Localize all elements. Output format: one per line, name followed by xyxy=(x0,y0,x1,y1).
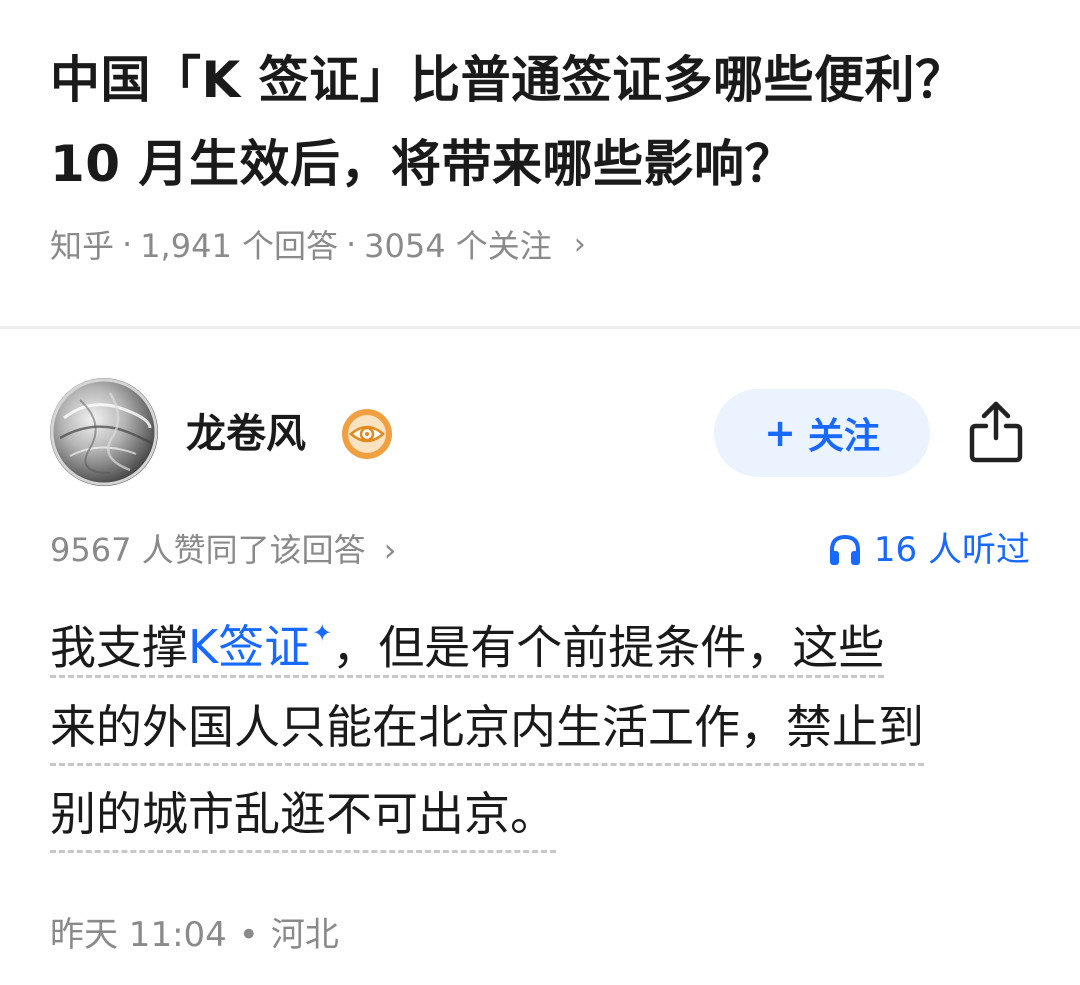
follow-button[interactable]: + 关注 xyxy=(714,389,930,477)
answer-line: 我支撑K签证✦，但是有个前提条件，这些 xyxy=(50,603,885,678)
listen-count-text: 16 人听过 xyxy=(873,530,1030,570)
answer-line: 别的城市乱逛不可出京。 xyxy=(50,778,556,854)
author-name[interactable]: 龙卷风 xyxy=(186,408,306,460)
answer-content[interactable]: 我支撑K签证✦，但是有个前提条件，这些 来的外国人只能在北京内生活工作，禁止到 … xyxy=(50,603,1030,861)
follow-label: 关注 xyxy=(807,416,880,457)
meta-separator: · xyxy=(122,225,133,263)
vote-count[interactable]: 9567 人赞同了该回答 › xyxy=(50,528,396,572)
answer-text: 我支撑 xyxy=(50,620,188,675)
followers-count: 3054 个关注 xyxy=(364,227,552,265)
section-divider xyxy=(0,326,1080,329)
vote-count-text: 9567 人赞同了该回答 xyxy=(50,531,366,569)
question-meta[interactable]: 知乎 · 1,941 个回答 · 3054 个关注 › xyxy=(50,224,1010,265)
meta-separator: · xyxy=(345,225,357,263)
keyword-link[interactable]: K签证✦ xyxy=(188,619,333,675)
avatar[interactable] xyxy=(50,378,158,486)
eye-badge-icon xyxy=(342,409,392,459)
meta-separator: • xyxy=(238,915,259,955)
plus-icon: + xyxy=(764,411,796,455)
question-title[interactable]: 中国「K 签证」比普通签证多哪些便利？ 10 月生效后，将带来哪些影响？ xyxy=(50,38,1010,206)
share-icon[interactable] xyxy=(966,398,1026,464)
answer-line: 来的外国人只能在北京内生活工作，禁止到 xyxy=(50,691,924,767)
chevron-right-icon: › xyxy=(573,226,586,262)
keyword-text: K签证 xyxy=(188,620,311,675)
answers-count: 1,941 个回答 xyxy=(140,227,338,265)
answer-page: 中国「K 签证」比普通签证多哪些便利？ 10 月生效后，将带来哪些影响？ 知乎 … xyxy=(0,0,1080,985)
post-location: 河北 xyxy=(270,915,339,955)
headphones-icon xyxy=(829,534,860,565)
sparkle-icon: ✦ xyxy=(312,619,333,647)
listen-count[interactable]: 16 人听过 xyxy=(828,528,1030,572)
answer-text: ，但是有个前提条件，这些 xyxy=(332,620,885,675)
question-source: 知乎 xyxy=(50,227,115,265)
avatar-image xyxy=(50,378,158,486)
answer-footer: 昨天 11:04 • 河北 xyxy=(50,912,339,958)
post-time: 昨天 11:04 xyxy=(50,915,227,955)
question-header: 中国「K 签证」比普通签证多哪些便利？ 10 月生效后，将带来哪些影响？ 知乎 … xyxy=(50,38,1010,265)
chevron-right-icon: › xyxy=(383,531,397,569)
